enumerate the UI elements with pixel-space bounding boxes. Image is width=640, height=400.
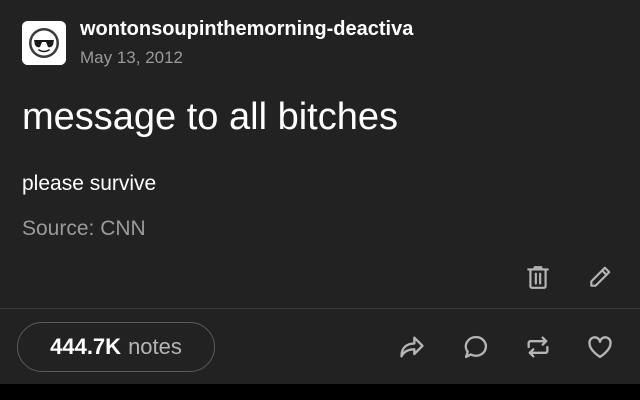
post-body-text: please survive <box>22 172 157 195</box>
blog-avatar[interactable] <box>22 21 66 65</box>
notes-label: notes <box>128 334 182 359</box>
post-card: wontonsoupinthemorning-deactiva May 13, … <box>0 0 640 384</box>
pencil-icon <box>590 266 611 287</box>
bottom-bar <box>0 384 640 400</box>
delete-button[interactable] <box>524 263 552 291</box>
notes-count: 444.7K <box>50 334 122 359</box>
like-button[interactable] <box>586 333 614 361</box>
blog-name-link[interactable]: wontonsoupinthemorning-deactiva <box>80 18 413 41</box>
sunglasses-face-avatar-icon <box>22 21 66 65</box>
heart-icon <box>588 336 612 359</box>
post-title: message to all bitches <box>22 96 398 138</box>
trash-icon <box>527 266 549 289</box>
speech-bubble-icon <box>464 335 488 359</box>
reblog-icon <box>527 336 549 358</box>
reblog-button[interactable] <box>524 333 552 361</box>
post-date: May 13, 2012 <box>80 48 184 67</box>
share-button[interactable] <box>398 333 426 361</box>
notes-button[interactable]: 444.7K notes <box>17 322 215 372</box>
footer-divider <box>0 308 640 309</box>
share-arrow-icon <box>400 336 424 358</box>
edit-button[interactable] <box>586 263 614 291</box>
post-source[interactable]: Source: CNN <box>22 217 146 241</box>
reply-button[interactable] <box>462 333 490 361</box>
